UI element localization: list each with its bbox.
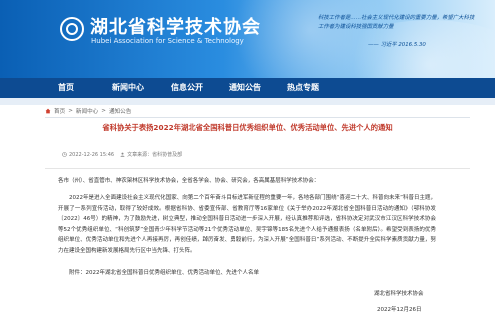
- site-logo-icon[interactable]: [60, 17, 84, 41]
- article-attachment-link[interactable]: 附件：2022年湖北省全国科普日优秀组织单位、优秀活动单位、先进个人名单: [69, 268, 259, 279]
- header-quote-signature: —— 习近平 2016.5.30: [368, 42, 426, 48]
- article-source: 文章来源：省科协普及部: [127, 152, 183, 158]
- site-title[interactable]: 湖北省科学技术协会: [90, 13, 261, 39]
- header-banner: 湖北省科学技术协会 Hubei Association for Science …: [0, 0, 495, 78]
- article-title: 省科协关于表扬2022年湖北省全国科普日优秀组织单位、优秀活动单位、先进个人的通…: [102, 123, 393, 132]
- home-icon: [45, 108, 51, 114]
- breadcrumb-notices[interactable]: 通知公告: [109, 107, 131, 115]
- breadcrumb-home[interactable]: 首页: [54, 107, 65, 115]
- article-body: 2022年是进入全面建设社会主义现代化国家、向第二个百年奋斗目标进军新征程的重要…: [58, 195, 436, 254]
- article-salutation: 各市（州）、省直管市、神农架林区科学技术协会，全省各学会、协会、研究会，各高属基…: [58, 178, 320, 184]
- article-date: 2022-12-26 15:46: [69, 151, 115, 158]
- nav-item-home[interactable]: 首页: [58, 78, 74, 98]
- breadcrumb-divider: [45, 117, 470, 118]
- nav-item-notices[interactable]: 通知公告: [229, 78, 261, 98]
- main-nav: 首页 新闻中心 信息公开 通知公告 热点专题: [0, 78, 495, 98]
- nav-subbar: [0, 98, 495, 105]
- nav-item-topics[interactable]: 热点专题: [287, 78, 319, 98]
- breadcrumb-separator: >: [68, 108, 73, 114]
- signature-date: 2022年12月26日: [377, 307, 422, 313]
- nav-item-disclosure[interactable]: 信息公开: [171, 78, 203, 98]
- header-quote: 科技工作者是……社会主义现代化建设的重要力量，希望广大科技工作者为建设科技强国贡…: [318, 15, 475, 30]
- signature-organization: 湖北省科学技术协会: [374, 291, 424, 297]
- article-meta: 2022-12-26 15:46 文章来源：省科协普及部: [62, 151, 182, 158]
- breadcrumb-separator: >: [101, 108, 106, 114]
- site-subtitle: Hubei Association for Science & Technolo…: [91, 37, 244, 45]
- breadcrumb-news[interactable]: 新闻中心: [76, 107, 98, 115]
- user-icon: [120, 152, 125, 157]
- clock-icon: [62, 152, 67, 157]
- nav-item-news[interactable]: 新闻中心: [112, 78, 144, 98]
- meta-divider: [45, 168, 470, 169]
- breadcrumb: 首页 > 新闻中心 > 通知公告: [45, 106, 131, 116]
